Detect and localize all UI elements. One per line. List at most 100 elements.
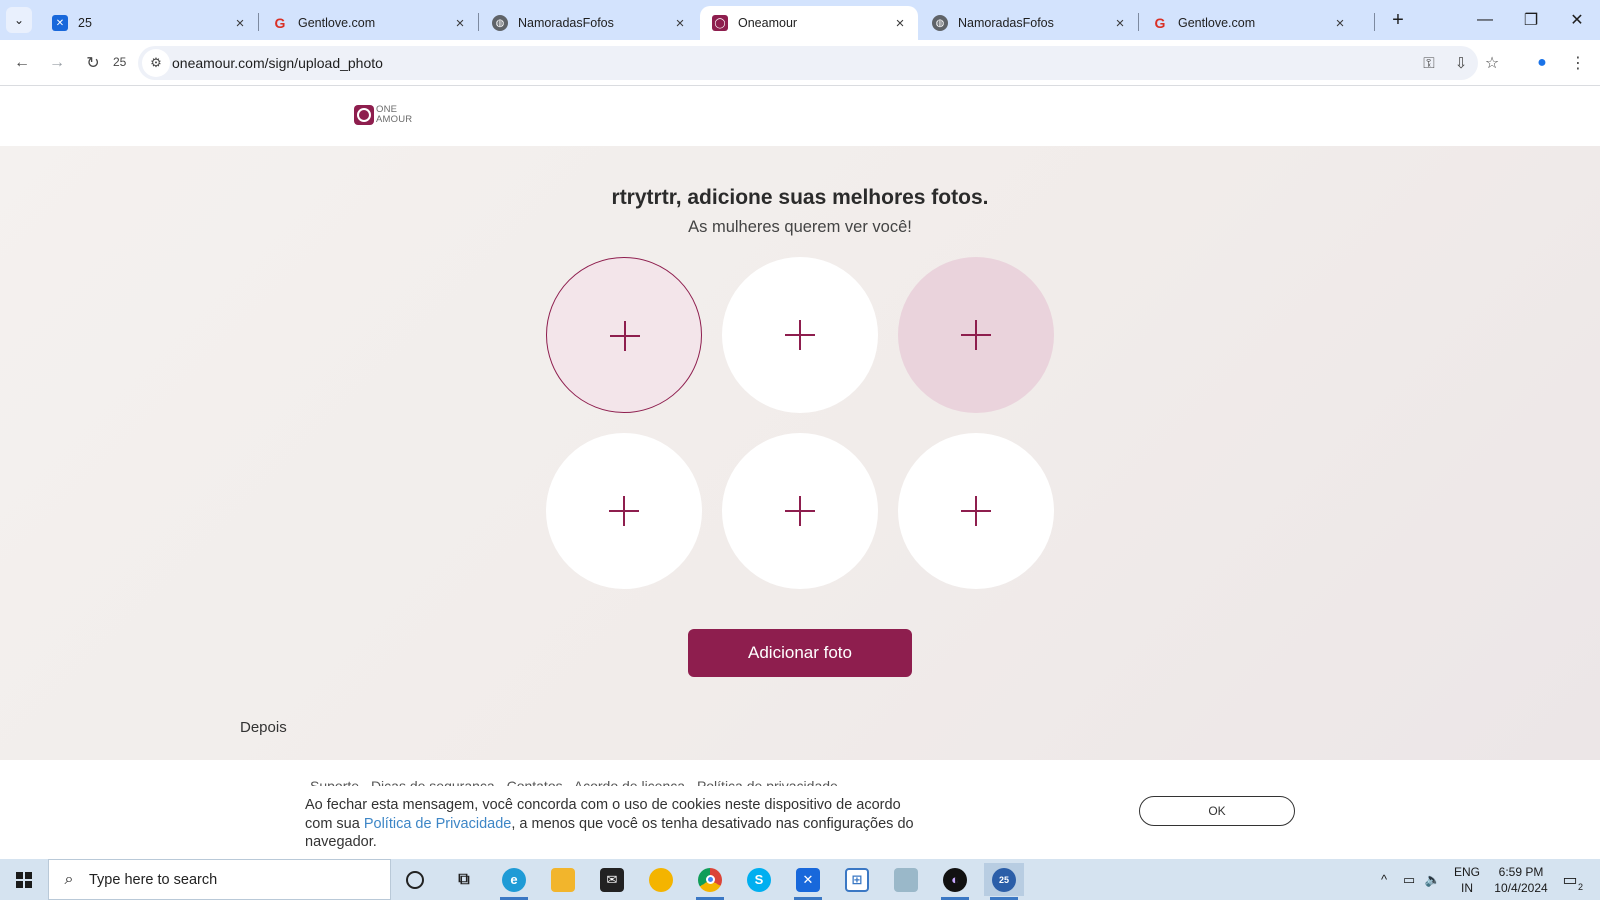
tab-gentlove-2[interactable]: G Gentlove.com × xyxy=(1140,6,1358,40)
oneamour-logo[interactable]: ONE AMOUR xyxy=(354,105,412,125)
windows-logo-icon xyxy=(16,871,32,888)
taskbar-snipping[interactable]: ⊞ xyxy=(837,863,877,896)
language-indicator[interactable]: ENG IN xyxy=(1452,864,1482,896)
tab-oneamour[interactable]: ◯ Oneamour × xyxy=(700,6,918,40)
arrow-left-icon: ← xyxy=(14,54,30,71)
close-icon: ✕ xyxy=(1570,12,1584,29)
reload-button[interactable]: ↻ xyxy=(79,49,107,77)
logo-text-amour: AMOUR xyxy=(376,114,413,125)
taskbar-clock[interactable]: 6:59 PM 10/4/2024 xyxy=(1488,864,1554,896)
menu-button[interactable]: ⋮ xyxy=(1564,49,1592,77)
speaker-icon: 🔈 xyxy=(1424,871,1442,887)
close-tab-icon[interactable]: × xyxy=(232,15,248,32)
close-tab-icon[interactable]: × xyxy=(452,15,468,32)
minimize-icon: — xyxy=(1477,11,1493,28)
page-subtitle: As mulheres querem ver você! xyxy=(688,218,912,236)
logo-icon xyxy=(354,105,374,125)
close-tab-icon[interactable]: × xyxy=(1112,15,1128,32)
forward-button[interactable]: → xyxy=(43,49,71,77)
show-hidden-icons-button[interactable]: ^ xyxy=(1374,859,1394,900)
tab-search-button[interactable]: ⌄ xyxy=(6,7,32,33)
taskbar-mail[interactable]: ✉ xyxy=(592,863,632,896)
taskbar-edge[interactable]: e xyxy=(494,863,534,900)
skype-icon: S xyxy=(747,867,771,892)
search-icon: ⌕ xyxy=(64,870,74,888)
browser-tab-strip: ⌄ ✕ 25 × G Gentlove.com × ◍ NamoradasFof… xyxy=(0,0,1600,40)
notification-count: 2 xyxy=(1576,882,1584,892)
file-explorer-icon xyxy=(551,867,575,892)
tune-icon: ⚙ xyxy=(150,55,162,70)
password-key-button[interactable]: ⚿ xyxy=(1418,52,1440,74)
new-tab-button[interactable]: + xyxy=(1384,8,1412,32)
more-vert-icon: ⋮ xyxy=(1570,55,1586,72)
site-info-button[interactable]: ⚙ xyxy=(142,49,170,77)
cookie-ok-button[interactable]: OK xyxy=(1139,796,1295,826)
close-tab-icon[interactable]: × xyxy=(672,15,688,32)
plus-icon xyxy=(609,496,639,526)
notification-center-button[interactable]: ▭ 2 xyxy=(1556,867,1584,893)
tab-separator xyxy=(478,13,479,31)
notepad-icon xyxy=(894,867,918,892)
photo-slot-4[interactable] xyxy=(546,433,702,589)
plus-icon xyxy=(610,321,640,351)
search-placeholder: Type here to search xyxy=(89,871,218,888)
plus-icon xyxy=(961,320,991,350)
address-bar[interactable]: ⚙ oneamour.com/sign/upload_photo ⚿ ⇩ xyxy=(138,46,1478,80)
taskbar-search[interactable]: ⌕ Type here to search xyxy=(48,859,391,900)
tab-separator xyxy=(1374,13,1375,31)
later-link[interactable]: Depois xyxy=(240,719,287,736)
photo-slot-6[interactable] xyxy=(898,433,1054,589)
jira-icon: ✕ xyxy=(796,867,820,892)
chrome-icon xyxy=(698,867,722,892)
tab-25[interactable]: ✕ 25 × xyxy=(40,6,258,40)
google-g-icon: G xyxy=(1154,15,1166,31)
task-view-button[interactable]: ⧉ xyxy=(444,863,484,896)
photo-slot-5[interactable] xyxy=(722,433,878,589)
arrow-right-icon: → xyxy=(49,54,65,71)
windows-taskbar: ⌕ Type here to search ⧉ e ✉ S ✕ ⊞ ◐ 25 ^… xyxy=(0,859,1600,900)
back-button[interactable]: ← xyxy=(8,49,36,77)
add-photo-button[interactable]: Adicionar foto xyxy=(688,629,912,677)
taskbar-file-explorer[interactable] xyxy=(543,863,583,896)
photo-slot-2[interactable] xyxy=(722,257,878,413)
volume-button[interactable]: 🔈 xyxy=(1422,859,1444,900)
task-view-icon: ⧉ xyxy=(458,870,470,888)
google-g-icon: G xyxy=(274,15,286,31)
page-title: rtrytrtr, adicione suas melhores fotos. xyxy=(611,186,989,209)
chevron-up-icon: ^ xyxy=(1380,872,1388,887)
oneamour-icon: ◯ xyxy=(712,15,728,31)
restore-button[interactable]: ❐ xyxy=(1508,0,1554,40)
photo-slot-3[interactable] xyxy=(898,257,1054,413)
taskbar-skype[interactable]: S xyxy=(739,863,779,896)
taskbar-jira[interactable]: ✕ xyxy=(788,863,828,900)
install-app-button[interactable]: ⇩ xyxy=(1450,52,1472,74)
edge-icon: e xyxy=(502,867,526,892)
taskbar-chrome[interactable] xyxy=(690,863,730,900)
network-icon: ▭ xyxy=(1402,871,1416,887)
plus-icon xyxy=(961,496,991,526)
key-icon: ⚿ xyxy=(1423,54,1435,72)
privacy-policy-link[interactable]: Política de Privacidade xyxy=(364,816,512,832)
cortana-button[interactable] xyxy=(395,863,435,896)
bookmark-button[interactable]: ☆ xyxy=(1478,49,1506,77)
taskbar-notepad[interactable] xyxy=(886,863,926,896)
start-button[interactable] xyxy=(4,859,44,900)
tab-namoradasfofos[interactable]: ◍ NamoradasFofos × xyxy=(480,6,698,40)
minimize-button[interactable]: — xyxy=(1462,0,1508,40)
photo-slot-1[interactable] xyxy=(546,257,702,413)
close-window-button[interactable]: ✕ xyxy=(1554,0,1600,40)
close-tab-icon[interactable]: × xyxy=(892,15,908,32)
close-tab-icon[interactable]: × xyxy=(1332,15,1348,32)
taskbar-obs[interactable]: ◐ xyxy=(935,863,975,900)
clock-date: 10/4/2024 xyxy=(1494,881,1548,895)
clock-time: 6:59 PM xyxy=(1498,865,1544,879)
url-text[interactable]: oneamour.com/sign/upload_photo xyxy=(172,55,383,71)
tab-gentlove[interactable]: G Gentlove.com × xyxy=(260,6,478,40)
taskbar-chrome-canary[interactable] xyxy=(641,863,681,896)
plus-icon xyxy=(785,320,815,350)
tab-namoradasfofos-2[interactable]: ◍ NamoradasFofos × xyxy=(920,6,1138,40)
profile-button[interactable]: ● xyxy=(1528,49,1556,77)
taskbar-app-25[interactable]: 25 xyxy=(984,863,1024,900)
network-button[interactable]: ▭ xyxy=(1398,859,1420,900)
app-25-icon: 25 xyxy=(992,867,1016,892)
